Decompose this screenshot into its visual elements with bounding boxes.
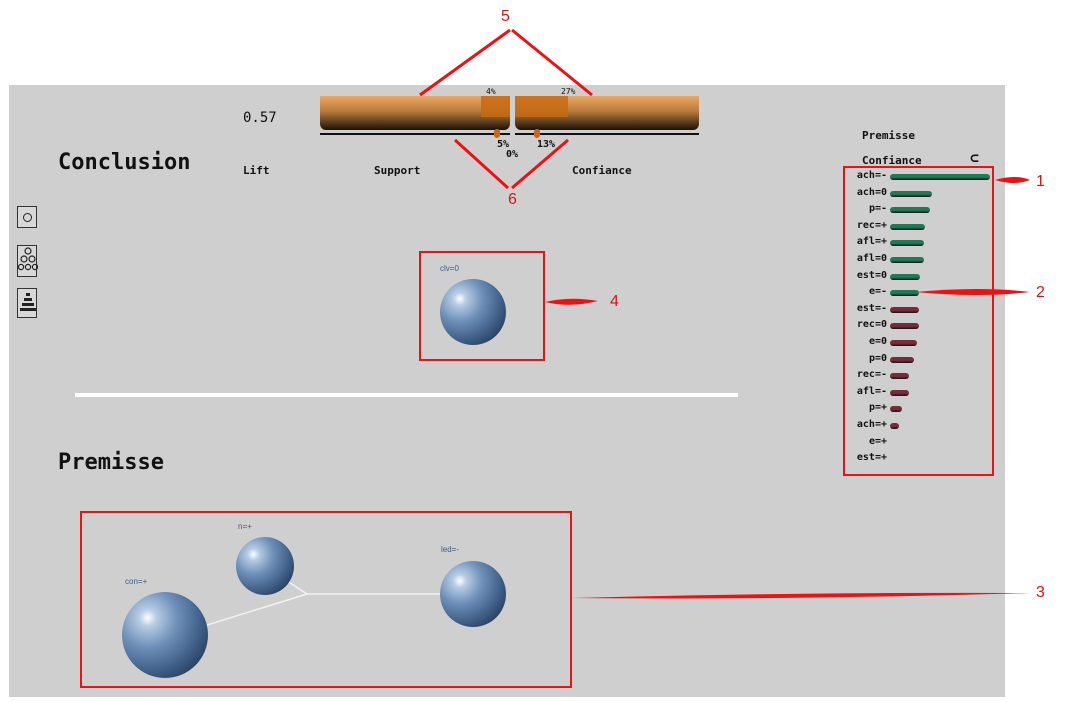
ranking-item-label: rec=- — [856, 369, 887, 381]
section-divider — [75, 393, 738, 397]
premisse-node-sphere-n[interactable] — [236, 537, 294, 595]
ranking-item-label: est=+ — [856, 452, 887, 464]
ranking-item[interactable]: e=+ — [843, 436, 1003, 452]
ranking-item-label: afl=0 — [856, 253, 887, 264]
ranking-item[interactable]: ach=+ — [843, 419, 1003, 435]
ranking-item[interactable]: est=0 — [843, 270, 1003, 286]
ranking-item-bar — [890, 406, 902, 413]
confiance-marker-pct: 13% — [537, 139, 556, 150]
ranking-item[interactable]: afl=+ — [843, 236, 1003, 252]
ranking-item-label: p=+ — [868, 402, 887, 414]
ranking-item-bar — [890, 423, 899, 429]
sort-toggle-icon[interactable]: ⊂ — [970, 149, 979, 167]
group-view-button[interactable] — [17, 245, 39, 277]
ranking-item-label: e=+ — [868, 435, 887, 447]
ranking-item[interactable]: rec=+ — [843, 220, 1003, 236]
ranking-item-bar — [890, 389, 909, 396]
support-marker[interactable] — [494, 129, 500, 138]
premisse-ranking-list: ach=- ach=0 p=- rec=+ afl=+ afl=0 est=0 e=- est=… — [843, 170, 994, 470]
ranking-item-label: p=0 — [868, 352, 887, 364]
ranking-item-label: rec=+ — [856, 219, 887, 231]
lift-value: 0.57 — [243, 110, 277, 126]
circle-icon — [22, 212, 32, 222]
ranking-item[interactable]: afl=- — [843, 386, 1003, 402]
ranking-item-bar — [890, 323, 919, 330]
ranking-item-label: ach=+ — [856, 419, 887, 430]
circles-group-icon — [17, 247, 39, 271]
confiance-fill — [515, 96, 568, 117]
ranking-item-label: ach=0 — [856, 186, 887, 198]
single-view-button[interactable] — [17, 206, 37, 228]
confiance-marker[interactable] — [534, 129, 540, 138]
premisse-node-label-con: con=+ — [125, 577, 148, 586]
zero-pct: 0% — [506, 149, 519, 160]
ranking-item-label: e=- — [868, 286, 887, 298]
ranking-item[interactable]: ach=0 — [843, 187, 1003, 203]
support-top-pct: 4% — [486, 87, 496, 96]
premisse-title: Premisse — [58, 450, 164, 475]
ranking-item[interactable]: rec=- — [843, 369, 1003, 385]
ranking-item-label: afl=- — [856, 385, 887, 397]
ranking-item[interactable]: e=0 — [843, 336, 1003, 352]
ranking-item-label: e=0 — [868, 336, 887, 347]
ranking-item[interactable]: est=+ — [843, 452, 1003, 468]
ranking-item[interactable]: p=+ — [843, 402, 1003, 418]
side-panel-title: Premisse — [862, 129, 915, 142]
ranking-item-label: rec=0 — [856, 319, 887, 331]
confiance-top-pct: 27% — [561, 87, 576, 96]
support-fill — [481, 96, 510, 117]
ranking-item[interactable]: ach=- — [843, 170, 1003, 186]
ranking-item-bar — [890, 273, 920, 280]
ranking-item-bar — [890, 207, 930, 214]
ranking-item-bar — [890, 290, 919, 297]
premisse-node-sphere-con[interactable] — [122, 592, 208, 678]
premisse-node-sphere-led[interactable] — [440, 561, 506, 627]
ranking-item-bar — [890, 306, 919, 313]
ranking-item-label: est=- — [856, 302, 887, 314]
ranking-item-bar — [890, 240, 924, 247]
ranking-item-bar — [890, 174, 990, 180]
premisse-node-label-n: n=+ — [238, 522, 252, 531]
ranking-item-bar — [890, 257, 924, 263]
confiance-label: Confiance — [572, 164, 632, 177]
conclusion-node-sphere[interactable] — [440, 279, 506, 345]
ranking-item[interactable]: est=- — [843, 303, 1003, 319]
confiance-baseline — [515, 133, 699, 135]
support-label: Support — [374, 164, 421, 177]
premisse-node-label-led: led=- — [441, 545, 460, 554]
stack-icon — [20, 293, 36, 311]
stack-view-button[interactable] — [17, 288, 37, 318]
ranking-item[interactable]: e=- — [843, 286, 1003, 302]
ranking-item-label: afl=+ — [856, 236, 887, 248]
conclusion-title: Conclusion — [58, 150, 191, 175]
ranking-item-label: est=0 — [856, 269, 887, 281]
ranking-item[interactable]: p=0 — [843, 353, 1003, 369]
ranking-item[interactable]: afl=0 — [843, 253, 1003, 269]
lift-label: Lift — [243, 164, 270, 177]
ranking-item[interactable]: rec=0 — [843, 319, 1003, 335]
ranking-item-bar — [890, 340, 917, 346]
ranking-item-label: p=- — [868, 203, 887, 215]
ranking-item[interactable]: p=- — [843, 203, 1003, 219]
conclusion-node-label: clv=0 — [440, 264, 459, 273]
ranking-item-bar — [890, 190, 932, 197]
ranking-item-label: ach=- — [856, 170, 887, 181]
ranking-item-bar — [890, 356, 914, 363]
ranking-item-bar — [890, 223, 925, 230]
ranking-item-bar — [890, 373, 909, 380]
support-baseline — [320, 133, 510, 135]
